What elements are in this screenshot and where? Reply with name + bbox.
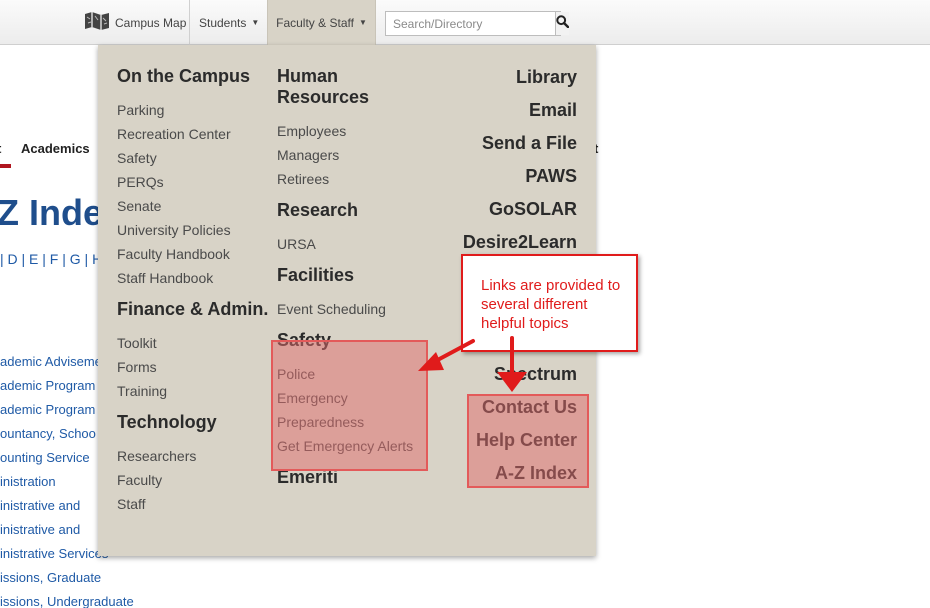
chevron-down-icon: ▼ xyxy=(251,18,260,27)
quick-link[interactable]: Send a File xyxy=(463,132,577,165)
finance-admin-links: Toolkit Forms Training xyxy=(117,331,268,403)
section-heading-research[interactable]: Research xyxy=(277,200,413,221)
topbar-divider xyxy=(189,0,190,45)
menu-link[interactable]: Staff Handbook xyxy=(117,266,268,290)
research-links: URSA xyxy=(277,232,413,256)
menu-link[interactable]: Parking xyxy=(117,98,268,122)
alphabet-filter[interactable]: | D | E | F | G | H xyxy=(0,251,102,267)
heading-line: Resources xyxy=(277,87,370,107)
az-link[interactable]: issions, Graduate xyxy=(0,570,134,594)
menu-link[interactable]: Recreation Center xyxy=(117,122,268,146)
campus-map-label: Campus Map xyxy=(115,15,187,30)
menu-link[interactable]: Toolkit xyxy=(117,331,268,355)
menu-column-1: On the Campus Parking Recreation Center Sa… xyxy=(117,66,268,516)
section-heading-human-resources[interactable]: Human Resources xyxy=(277,66,413,108)
active-nav-indicator xyxy=(0,164,11,168)
quick-link[interactable]: GoSOLAR xyxy=(463,198,577,231)
annotation-callout: Links are provided to several different … xyxy=(461,254,638,352)
quick-links-top: Library Email Send a File PAWS GoSOLAR Desire… xyxy=(463,66,577,264)
menu-link[interactable]: Faculty xyxy=(117,468,268,492)
technology-links: Researchers Faculty Staff xyxy=(117,444,268,516)
nav-item-partial[interactable]: t xyxy=(0,141,1,156)
nav-item-academics[interactable]: Academics xyxy=(21,141,90,156)
search-icon xyxy=(556,14,570,33)
menu-link[interactable]: Safety xyxy=(117,146,268,170)
menu-link[interactable]: Retirees xyxy=(277,167,413,191)
campus-map-link[interactable]: Campus Map xyxy=(84,0,186,45)
quick-link-spectrum[interactable]: Spectrum xyxy=(463,363,577,396)
search-box xyxy=(385,11,570,36)
menu-link[interactable]: Managers xyxy=(277,143,413,167)
on-the-campus-links: Parking Recreation Center Safety PERQs Senat… xyxy=(117,98,268,290)
students-label: Students xyxy=(199,15,247,30)
quick-link[interactable]: Email xyxy=(463,99,577,132)
faculty-staff-label: Faculty & Staff xyxy=(276,15,354,30)
quick-link[interactable]: Library xyxy=(463,66,577,99)
safety-highlight-box xyxy=(271,340,428,471)
search-button[interactable] xyxy=(555,12,570,35)
faculty-staff-menu[interactable]: Faculty & Staff ▼ xyxy=(267,0,376,45)
menu-link[interactable]: Forms xyxy=(117,355,268,379)
contact-links-highlight-box xyxy=(467,394,589,488)
section-heading-facilities[interactable]: Facilities xyxy=(277,265,413,286)
human-resources-links: Employees Managers Retirees xyxy=(277,119,413,191)
page-title: Z Inde xyxy=(0,192,103,233)
menu-link[interactable]: Researchers xyxy=(117,444,268,468)
menu-link[interactable]: PERQs xyxy=(117,170,268,194)
facilities-links: Event Scheduling xyxy=(277,297,413,321)
section-heading-on-the-campus[interactable]: On the Campus xyxy=(117,66,268,87)
az-link[interactable]: issions, Undergraduate xyxy=(0,594,134,608)
menu-link[interactable]: Training xyxy=(117,379,268,403)
students-menu[interactable]: Students ▼ xyxy=(199,0,259,45)
section-heading-technology[interactable]: Technology xyxy=(117,412,268,433)
menu-link[interactable]: URSA xyxy=(277,232,413,256)
menu-link[interactable]: Employees xyxy=(277,119,413,143)
chevron-down-icon: ▼ xyxy=(358,18,367,27)
menu-link[interactable]: Faculty Handbook xyxy=(117,242,268,266)
map-icon xyxy=(84,11,115,34)
top-navigation-bar: Campus Map Students ▼ Faculty & Staff ▼ xyxy=(0,0,930,45)
section-heading-finance-admin[interactable]: Finance & Admin. xyxy=(117,299,268,320)
menu-link[interactable]: University Policies xyxy=(117,218,268,242)
search-input[interactable] xyxy=(386,12,555,35)
heading-line: Human xyxy=(277,66,339,86)
menu-link[interactable]: Event Scheduling xyxy=(277,297,413,321)
menu-link[interactable]: Staff xyxy=(117,492,268,516)
quick-link[interactable]: PAWS xyxy=(463,165,577,198)
menu-link[interactable]: Senate xyxy=(117,194,268,218)
